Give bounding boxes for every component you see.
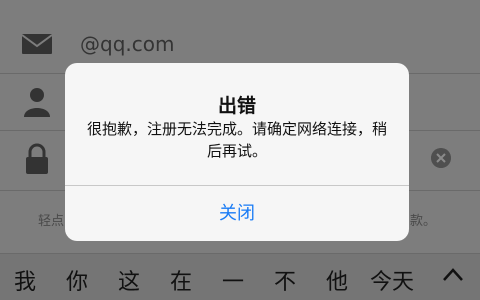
envelope-icon (21, 34, 53, 54)
alert-title: 出错 (217, 95, 256, 117)
candidate-word[interactable]: 今天 (370, 264, 414, 296)
candidate-word[interactable]: 我 (14, 264, 36, 296)
candidate-word[interactable]: 他 (326, 264, 348, 296)
lock-icon (26, 143, 48, 174)
clear-circle-icon[interactable] (431, 148, 451, 168)
terms-hint-start: 轻点 (38, 214, 65, 229)
registration-screen: @qq.com 轻点 款。 我 你 这 在 一 不 他 今天 出错 很抱歉，注册… (0, 0, 480, 300)
terms-hint-end: 款。 (410, 214, 437, 229)
candidate-word[interactable]: 你 (66, 264, 88, 296)
keyboard-candidate-bar: 我 你 这 在 一 不 他 今天 (0, 253, 480, 300)
email-field[interactable]: @qq.com (80, 32, 174, 56)
person-icon (24, 88, 50, 117)
chevron-up-icon[interactable] (440, 262, 466, 288)
candidate-word[interactable]: 不 (274, 264, 296, 296)
alert-message: 很抱歉，注册无法完成。请确定网络连接，稍后再试。 (87, 120, 388, 160)
candidate-word[interactable]: 在 (170, 264, 192, 296)
close-button[interactable]: 关闭 (65, 186, 409, 241)
candidate-word[interactable]: 这 (118, 264, 140, 296)
error-alert-dialog: 出错 很抱歉，注册无法完成。请确定网络连接，稍后再试。 关闭 (65, 63, 409, 241)
candidate-word[interactable]: 一 (222, 264, 244, 296)
